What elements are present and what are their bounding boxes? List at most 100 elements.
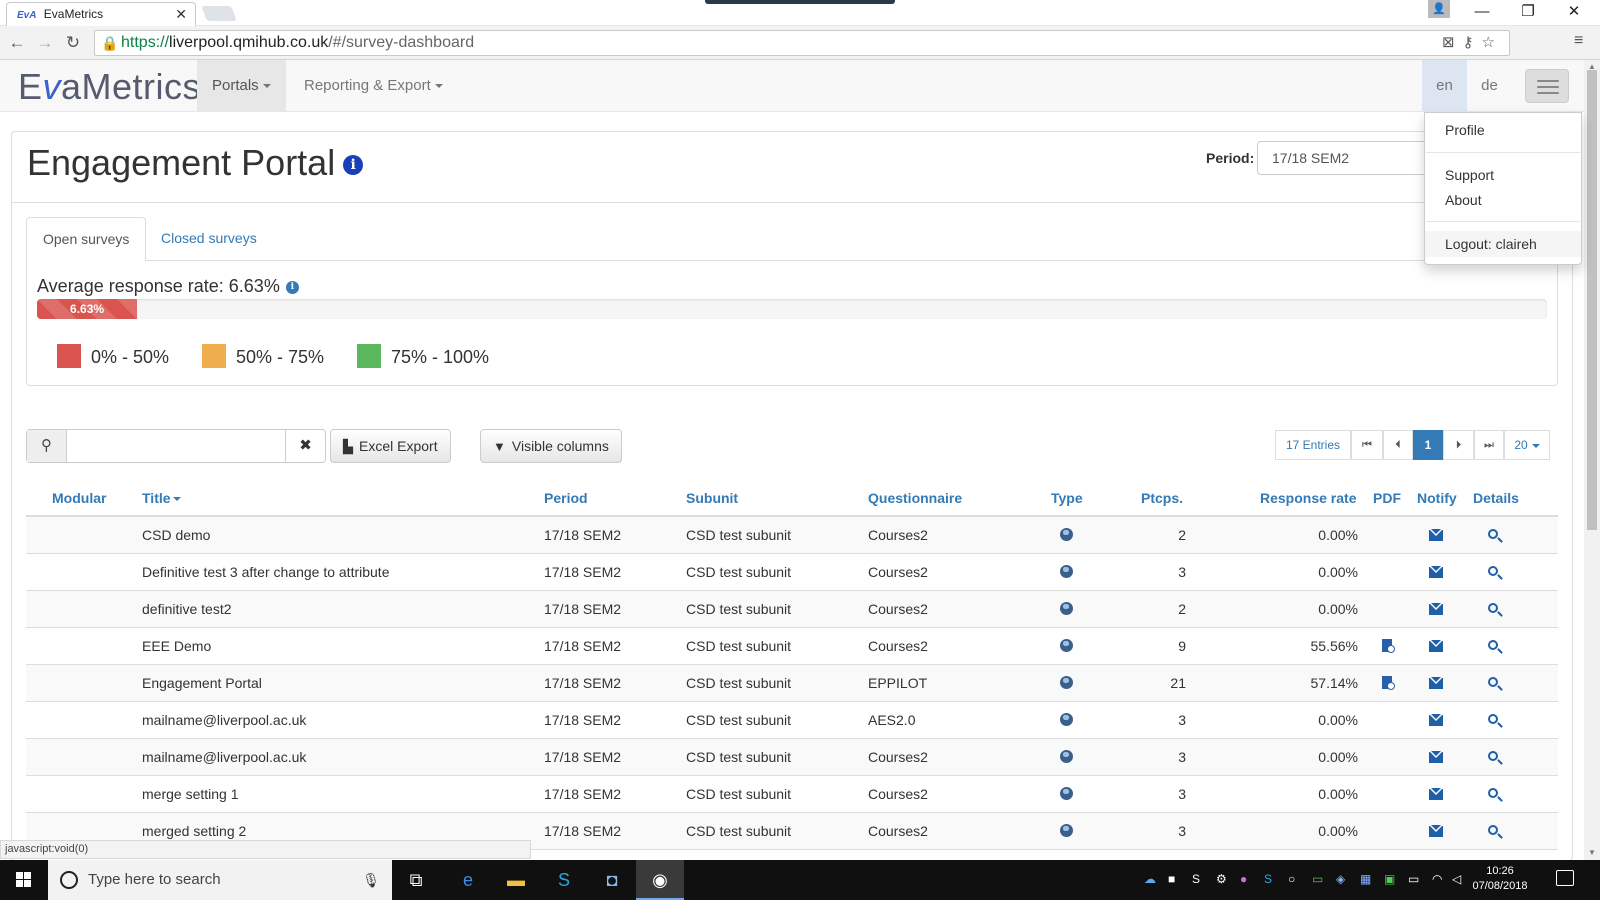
- onedrive-icon[interactable]: ☁: [1144, 872, 1156, 886]
- tray-app-icon[interactable]: ○: [1288, 872, 1295, 886]
- blocked-popup-icon[interactable]: ⊠: [1442, 34, 1463, 51]
- envelope-icon[interactable]: [1429, 603, 1443, 618]
- tray-app-icon[interactable]: ●: [1240, 872, 1247, 886]
- tab-open-surveys[interactable]: Open surveys: [26, 217, 147, 262]
- taskbar-search[interactable]: Type here to search 🎙: [48, 860, 392, 900]
- tab-closed-surveys[interactable]: Closed surveys: [145, 217, 273, 261]
- skype-icon[interactable]: S: [540, 860, 588, 900]
- app-icon[interactable]: ◘: [588, 860, 636, 900]
- tray-app-icon[interactable]: ⚙: [1216, 872, 1227, 886]
- tray-app-icon[interactable]: ◈: [1336, 872, 1345, 886]
- magnifier-icon[interactable]: [1488, 712, 1498, 727]
- table-row[interactable]: EEE Demo 17/18 SEM2 CSD test subunit Course…: [26, 628, 1558, 665]
- first-page-icon[interactable]: ⏮: [1351, 430, 1383, 460]
- chrome-taskbar-icon[interactable]: ◉: [636, 860, 684, 900]
- skype-tray-icon[interactable]: S: [1264, 872, 1272, 886]
- tray-app-icon[interactable]: ▦: [1360, 872, 1371, 886]
- start-button[interactable]: [0, 860, 48, 900]
- key-icon[interactable]: ⚷: [1463, 34, 1482, 51]
- back-icon[interactable]: ←: [6, 32, 28, 54]
- camera-icon[interactable]: ■: [1168, 872, 1175, 886]
- info-icon[interactable]: i: [343, 155, 364, 176]
- envelope-icon[interactable]: [1429, 529, 1443, 544]
- tray-app-icon[interactable]: S: [1192, 872, 1200, 886]
- table-row[interactable]: mailname@liverpool.ac.uk 17/18 SEM2 CSD te…: [26, 702, 1558, 739]
- envelope-icon[interactable]: [1429, 640, 1443, 655]
- reload-icon[interactable]: ↻: [62, 32, 84, 54]
- table-row[interactable]: Definitive test 3 after change to attrib…: [26, 554, 1558, 591]
- pdf-icon[interactable]: [1382, 639, 1395, 655]
- file-explorer-icon[interactable]: ▬: [492, 860, 540, 900]
- action-center-icon[interactable]: [1556, 870, 1574, 886]
- col-response-rate[interactable]: Response rate: [1260, 490, 1356, 506]
- last-page-icon[interactable]: ⏭: [1474, 430, 1504, 460]
- col-ptcps[interactable]: Ptcps.: [1141, 490, 1183, 506]
- col-period[interactable]: Period: [544, 490, 588, 506]
- magnifier-icon[interactable]: [1488, 823, 1498, 838]
- tab-close-icon[interactable]: ✕: [175, 3, 187, 25]
- magnifier-icon[interactable]: [1488, 527, 1498, 542]
- magnifier-icon[interactable]: [1488, 786, 1498, 801]
- wifi-icon[interactable]: ◠: [1432, 872, 1442, 886]
- magnifier-icon[interactable]: [1488, 749, 1498, 764]
- bookmark-star-icon[interactable]: ☆: [1482, 34, 1503, 51]
- envelope-icon[interactable]: [1429, 566, 1443, 581]
- volume-icon[interactable]: ◁: [1452, 872, 1461, 886]
- evametrics-logo[interactable]: EvaMetrics: [18, 66, 201, 108]
- page-scrollbar[interactable]: ▲ ▼: [1584, 60, 1600, 860]
- edge-browser-icon[interactable]: e: [444, 860, 492, 900]
- magnifier-icon[interactable]: [1488, 564, 1498, 579]
- col-title[interactable]: Title: [142, 490, 181, 506]
- magnifier-icon[interactable]: [1488, 675, 1498, 690]
- task-view-icon[interactable]: ⧉: [392, 860, 440, 900]
- menu-item-profile[interactable]: Profile: [1425, 117, 1581, 143]
- col-questionnaire[interactable]: Questionnaire: [868, 490, 962, 506]
- menu-item-support[interactable]: Support: [1425, 162, 1581, 188]
- clear-search-button[interactable]: ✖: [285, 430, 325, 462]
- microphone-icon[interactable]: 🎙: [362, 860, 380, 900]
- user-profile-icon[interactable]: 👤: [1428, 0, 1450, 18]
- url-bar[interactable]: 🔒 https://liverpool.qmihub.co.uk/#/surve…: [94, 30, 1510, 56]
- nav-reporting-export[interactable]: Reporting & Export: [289, 60, 458, 111]
- browser-tab[interactable]: EvA EvaMetrics ✕: [6, 2, 196, 26]
- forward-icon[interactable]: →: [34, 32, 56, 54]
- next-page-icon[interactable]: ⏵: [1443, 430, 1474, 460]
- table-row[interactable]: definitive test2 17/18 SEM2 CSD test subun…: [26, 591, 1558, 628]
- envelope-icon[interactable]: [1429, 677, 1443, 692]
- minimize-icon[interactable]: —: [1460, 0, 1504, 26]
- envelope-icon[interactable]: [1429, 825, 1443, 840]
- search-input[interactable]: [67, 430, 285, 462]
- visible-columns-button[interactable]: ▼ Visible columns: [480, 429, 622, 463]
- taskbar-clock[interactable]: 10:26 07/08/2018: [1468, 864, 1532, 894]
- chrome-menu-icon[interactable]: ≡: [1574, 32, 1583, 50]
- envelope-icon[interactable]: [1429, 714, 1443, 729]
- col-modular[interactable]: Modular: [52, 490, 106, 506]
- nav-portals[interactable]: Portals: [197, 60, 286, 111]
- new-tab-button[interactable]: [201, 6, 237, 21]
- envelope-icon[interactable]: [1429, 788, 1443, 803]
- magnifier-icon[interactable]: [1488, 601, 1498, 616]
- info-icon[interactable]: i: [285, 280, 299, 294]
- table-row[interactable]: CSD demo 17/18 SEM2 CSD test subunit Course…: [26, 517, 1558, 554]
- window-close-icon[interactable]: ✕: [1552, 0, 1596, 26]
- restore-icon[interactable]: ❐: [1506, 0, 1550, 26]
- tray-app-icon[interactable]: ▣: [1384, 872, 1395, 886]
- tray-app-icon[interactable]: ▭: [1312, 872, 1323, 886]
- table-row[interactable]: Engagement Portal 17/18 SEM2 CSD test subu…: [26, 665, 1558, 702]
- table-row[interactable]: mailname@liverpool.ac.uk 17/18 SEM2 CSD te…: [26, 739, 1558, 776]
- table-row[interactable]: merge setting 1 17/18 SEM2 CSD test subuni…: [26, 776, 1558, 813]
- magnifier-icon[interactable]: [1488, 638, 1498, 653]
- pdf-icon[interactable]: [1382, 676, 1395, 692]
- scroll-down-icon[interactable]: ▼: [1588, 848, 1596, 857]
- menu-item-logout[interactable]: Logout: claireh: [1425, 231, 1581, 257]
- menu-item-about[interactable]: About: [1425, 187, 1581, 213]
- col-type[interactable]: Type: [1051, 490, 1083, 506]
- page-size-select[interactable]: 20: [1504, 430, 1550, 460]
- envelope-icon[interactable]: [1429, 751, 1443, 766]
- lang-en[interactable]: en: [1422, 60, 1467, 111]
- page-button-current[interactable]: 1: [1413, 430, 1443, 460]
- prev-page-icon[interactable]: ⏴: [1383, 430, 1413, 460]
- battery-icon[interactable]: ▭: [1408, 872, 1419, 886]
- col-subunit[interactable]: Subunit: [686, 490, 738, 506]
- lang-de[interactable]: de: [1467, 60, 1512, 111]
